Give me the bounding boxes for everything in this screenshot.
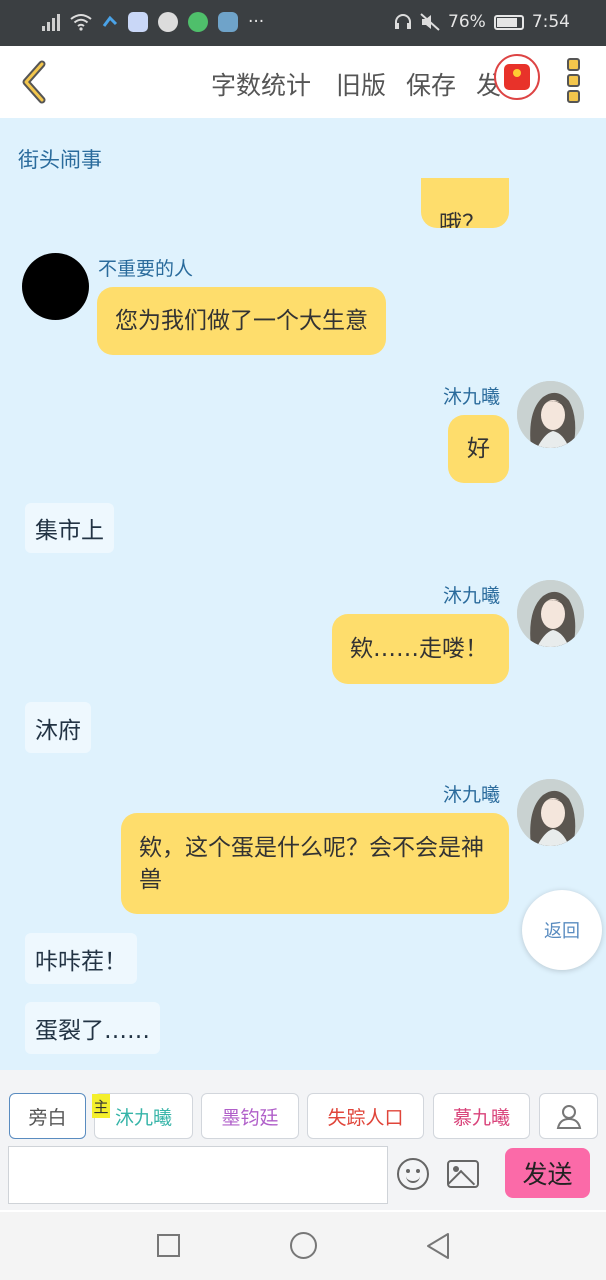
- send-label: 发送: [522, 1160, 573, 1189]
- status-left-icons: ···: [42, 12, 264, 32]
- image-icon[interactable]: [447, 1160, 479, 1188]
- baidu-icon: [128, 12, 148, 32]
- red-packet-icon: [504, 64, 530, 90]
- battery-percent: 76%: [448, 12, 486, 32]
- narration-text: 沐府: [35, 717, 81, 744]
- headset-icon: [395, 14, 412, 29]
- message-bubble[interactable]: 欸，这个蛋是什么呢？会不会是神兽: [121, 813, 509, 914]
- narration-message[interactable]: 咔咔茬！: [25, 933, 137, 984]
- character-button-missing-person[interactable]: 失踪人口: [307, 1093, 424, 1139]
- character-button-mojunting[interactable]: 墨钧廷: [201, 1093, 299, 1139]
- message-text: 欸……走喽！: [350, 636, 488, 662]
- status-right-icons: 76% 7:54: [394, 12, 570, 32]
- character-label: 旁白: [28, 1106, 67, 1129]
- message-text: 欸，这个蛋是什么呢？会不会是神兽: [139, 834, 484, 893]
- square-icon[interactable]: [157, 1234, 180, 1257]
- composer: 发送: [0, 1140, 606, 1210]
- return-label: 返回: [544, 921, 580, 942]
- more-notifications-indicator: ···: [248, 12, 265, 32]
- character-button-narrator[interactable]: 旁白: [9, 1093, 86, 1139]
- speaker-name: 沐九曦: [443, 784, 501, 806]
- message-text: 哦？: [439, 211, 485, 228]
- character-portrait-icon: [517, 779, 584, 846]
- red-packet-button[interactable]: [494, 54, 540, 100]
- character-label: 墨钧廷: [221, 1106, 279, 1129]
- narration-text: 集市上: [35, 518, 104, 544]
- character-portrait-icon: [517, 381, 584, 448]
- status-bar: ··· 76% 7:54: [0, 0, 606, 46]
- avatar[interactable]: [517, 779, 584, 846]
- speaker-name: 沐九曦: [443, 386, 501, 408]
- message-input[interactable]: [8, 1146, 388, 1204]
- app-icon-2: [218, 12, 238, 32]
- editor-toolbar: 字数统计 旧版 保存 发: [0, 46, 606, 118]
- character-button-mujiuxi-2[interactable]: 慕九曦: [433, 1093, 530, 1139]
- system-nav-bar: [0, 1212, 606, 1280]
- character-label: 失踪人口: [327, 1106, 404, 1129]
- message-bubble[interactable]: 您为我们做了一个大生意: [97, 287, 386, 355]
- character-label: 沐九曦: [114, 1106, 172, 1129]
- clock: 7:54: [531, 12, 570, 32]
- message-text: 好: [467, 436, 490, 462]
- narration-text: 咔咔茬！: [35, 948, 127, 975]
- scene-title: 街头闹事: [18, 148, 102, 172]
- avatar[interactable]: [22, 253, 89, 320]
- notification-icon: [102, 15, 118, 27]
- main-character-tag: 主: [92, 1094, 110, 1118]
- avatar[interactable]: [517, 580, 584, 647]
- return-button[interactable]: 返回: [522, 890, 602, 970]
- battery-icon: [493, 14, 524, 30]
- message-bubble[interactable]: 好: [448, 415, 509, 483]
- old-version-button[interactable]: 旧版: [336, 66, 386, 102]
- chevron-left-icon: [22, 60, 46, 104]
- chat-icon: [188, 12, 208, 32]
- narration-message[interactable]: 沐府: [25, 702, 91, 753]
- narration-message[interactable]: 集市上: [25, 503, 114, 553]
- mute-icon: [420, 13, 440, 31]
- speaker-name: 不重要的人: [98, 258, 194, 280]
- back-button[interactable]: [12, 56, 60, 108]
- user-icon: [556, 1105, 581, 1129]
- character-selector: 旁白 沐九曦 墨钧廷 失踪人口 慕九曦: [0, 1070, 606, 1146]
- signal-icon: [42, 13, 60, 31]
- triangle-back-icon[interactable]: [425, 1232, 451, 1260]
- message-text: 您为我们做了一个大生意: [115, 308, 368, 334]
- emoji-icon[interactable]: [397, 1158, 429, 1190]
- avatar[interactable]: [517, 381, 584, 448]
- app-icon: [158, 12, 178, 32]
- more-menu-button[interactable]: [560, 58, 586, 108]
- narration-text: 蛋裂了……: [35, 1018, 150, 1044]
- narration-message[interactable]: 蛋裂了……: [25, 1002, 160, 1054]
- message-bubble[interactable]: 欸……走喽！: [332, 614, 509, 684]
- add-character-button[interactable]: [539, 1093, 598, 1139]
- message-bubble[interactable]: 哦？: [421, 178, 509, 228]
- more-vertical-icon: [566, 58, 580, 71]
- character-label: 慕九曦: [452, 1106, 510, 1129]
- chat-area[interactable]: 街头闹事 哦？ 不重要的人 您为我们做了一个大生意 沐九曦 好 集市上 沐九曦 …: [0, 118, 606, 1070]
- wifi-icon: [70, 14, 92, 31]
- word-count-button[interactable]: 字数统计: [211, 66, 311, 102]
- save-button[interactable]: 保存: [406, 66, 456, 102]
- speaker-name: 沐九曦: [443, 585, 501, 607]
- circle-icon[interactable]: [290, 1232, 317, 1259]
- send-button[interactable]: 发送: [505, 1148, 590, 1198]
- character-portrait-icon: [517, 580, 584, 647]
